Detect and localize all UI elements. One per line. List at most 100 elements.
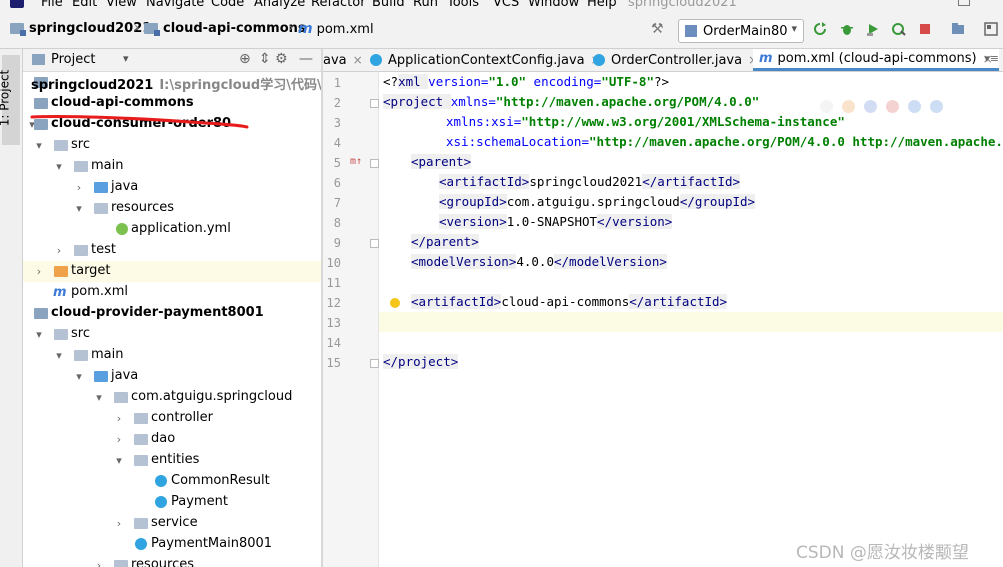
chrome-icon[interactable] [820,100,833,113]
tree-item-resources[interactable]: ▾ resources [23,198,321,219]
fold-icon[interactable] [370,159,379,168]
code-line-8: <version>1.0-SNAPSHOT</version> [439,214,673,229]
close-icon[interactable]: × [353,53,363,67]
project-tool-window-tab[interactable]: 1: Project [0,55,20,145]
stop-icon[interactable] [918,22,932,36]
project-structure-icon[interactable] [951,22,965,36]
code-editor[interactable]: <?xml version="1.0" encoding="UTF-8"?> <… [379,72,1003,567]
hide-icon[interactable]: — [299,51,313,67]
project-view-select[interactable]: Project [51,52,95,67]
tree-item-src[interactable]: ▾ src [23,324,321,345]
tree-item-resources[interactable]: › resources [23,555,321,567]
menu-view[interactable]: View [106,0,137,10]
chevron-down-icon[interactable]: ▾ [54,160,64,173]
tree-item-pom-xml[interactable]: m pom.xml [23,282,321,303]
chevron-right-icon[interactable]: › [114,412,124,425]
ie-icon[interactable] [908,100,921,113]
breadcrumb-file[interactable]: m pom.xml [298,21,374,37]
chevron-down-icon[interactable]: ▾ [54,349,64,362]
menu-help[interactable]: Help [587,0,617,10]
chevron-down-icon[interactable]: ▾ [34,328,44,341]
menu-analyze[interactable]: Analyze [254,0,305,10]
tree-item-paymentmain8001[interactable]: PaymentMain8001 [23,534,321,555]
chevron-right-icon[interactable]: › [54,244,64,257]
coverage-icon[interactable] [866,22,880,36]
tab-overflow-icon[interactable]: ▾≡ [984,52,999,65]
profile-icon[interactable] [892,22,906,36]
tab-ordercontroller[interactable]: OrderController.java × [593,49,758,71]
edge-icon[interactable] [930,100,943,113]
hammer-build-icon[interactable]: ⚒ [651,21,664,37]
menu-window[interactable]: Window [528,0,579,10]
tree-item-main[interactable]: ▾ main [23,156,321,177]
tree-item-dao[interactable]: › dao [23,429,321,450]
fold-icon[interactable] [370,359,379,368]
tab-label: ApplicationContextConfig.java [388,52,585,68]
chevron-down-icon[interactable]: ▾ [74,370,84,383]
chevron-right-icon[interactable]: › [94,559,104,567]
debug-icon[interactable] [840,22,854,36]
chevron-down-icon[interactable]: ▾ [74,202,84,215]
opera-icon[interactable] [886,100,899,113]
fold-icon[interactable] [370,99,379,108]
menu-refactor[interactable]: Refactor [311,0,366,10]
chevron-right-icon[interactable]: › [34,265,44,278]
maven-parent-gutter-icon[interactable]: m↑ [350,156,362,167]
chevron-down-icon[interactable]: ▾ [114,454,124,467]
project-tab-label: 1: Project [0,69,12,127]
tree-item-label: controller [151,410,214,425]
menu-run[interactable]: Run [413,0,438,10]
breadcrumb-module[interactable]: cloud-api-commons [144,21,306,36]
safari-icon[interactable] [864,100,877,113]
tree-item-package[interactable]: ▾ com.atguigu.springcloud [23,387,321,408]
chevron-down-icon[interactable]: ▾ [34,139,44,152]
tree-item-application-yml[interactable]: application.yml [23,219,321,240]
chevron-down-icon[interactable]: ▾ [94,391,104,404]
tree-item-label: main [91,347,124,362]
maximize-icon[interactable] [958,0,970,6]
locate-file-icon[interactable]: ⊕ [239,51,251,67]
menu-edit[interactable]: Edit [72,0,97,10]
tree-item-test[interactable]: › test [23,240,321,261]
tree-item-entities[interactable]: ▾ entities [23,450,321,471]
firefox-icon[interactable] [842,100,855,113]
tab-applicationcontextconfig[interactable]: ApplicationContextConfig.java × [370,49,601,71]
chevron-right-icon[interactable]: › [114,433,124,446]
tree-item-target[interactable]: › target [23,261,321,282]
collapse-all-icon[interactable]: ⇕ [259,51,271,67]
menu-navigate[interactable]: Navigate [146,0,204,10]
lightbulb-icon[interactable] [390,298,400,308]
code-line-10: <modelVersion>4.0.0</modelVersion> [411,254,667,269]
chevron-right-icon[interactable]: › [74,181,84,194]
tree-item-java[interactable]: › java [23,177,321,198]
breadcrumb-root[interactable]: springcloud2021 [10,21,151,36]
tree-item-main[interactable]: ▾ main [23,345,321,366]
tab-pom-xml[interactable]: m pom.xml (cloud-api-commons) × [753,49,999,71]
code-line-15: </project> [383,354,459,369]
run-configuration-select[interactable]: OrderMain80 ▾ [678,19,804,43]
tree-item-src[interactable]: ▾ src [23,135,321,156]
fold-icon[interactable] [370,239,379,248]
line-number: 6 [333,176,341,190]
menu-code[interactable]: Code [211,0,244,10]
tree-item-root[interactable]: springcloud2021I:\springcloud学习\代码\sprin… [23,72,321,93]
tree-item-commonresult[interactable]: CommonResult [23,471,321,492]
menu-vcs[interactable]: VCS [493,0,519,10]
tree-item-cloud-api-commons[interactable]: cloud-api-commons [23,93,321,114]
tree-item-cloud-consumer-order80[interactable]: ▾ cloud-consumer-order80 [23,114,321,135]
maven-icon: m [298,21,313,37]
tree-item-controller[interactable]: › controller [23,408,321,429]
menu-build[interactable]: Build [372,0,405,10]
tree-item-payment[interactable]: Payment [23,492,321,513]
rerun-icon[interactable] [813,22,827,36]
tree-item-cloud-provider-payment8001[interactable]: cloud-provider-payment8001 [23,303,321,324]
sdk-settings-icon[interactable] [984,22,998,36]
menu-file[interactable]: File [41,0,63,10]
chevron-down-icon[interactable]: ▾ [123,52,129,65]
tree-item-java[interactable]: ▾ java [23,366,321,387]
tree-item-service[interactable]: › service [23,513,321,534]
menu-tools[interactable]: Tools [447,0,479,10]
chevron-right-icon[interactable]: › [114,517,124,530]
gear-icon[interactable]: ⚙ [275,51,288,67]
tab-partial[interactable]: ava × [323,49,363,71]
